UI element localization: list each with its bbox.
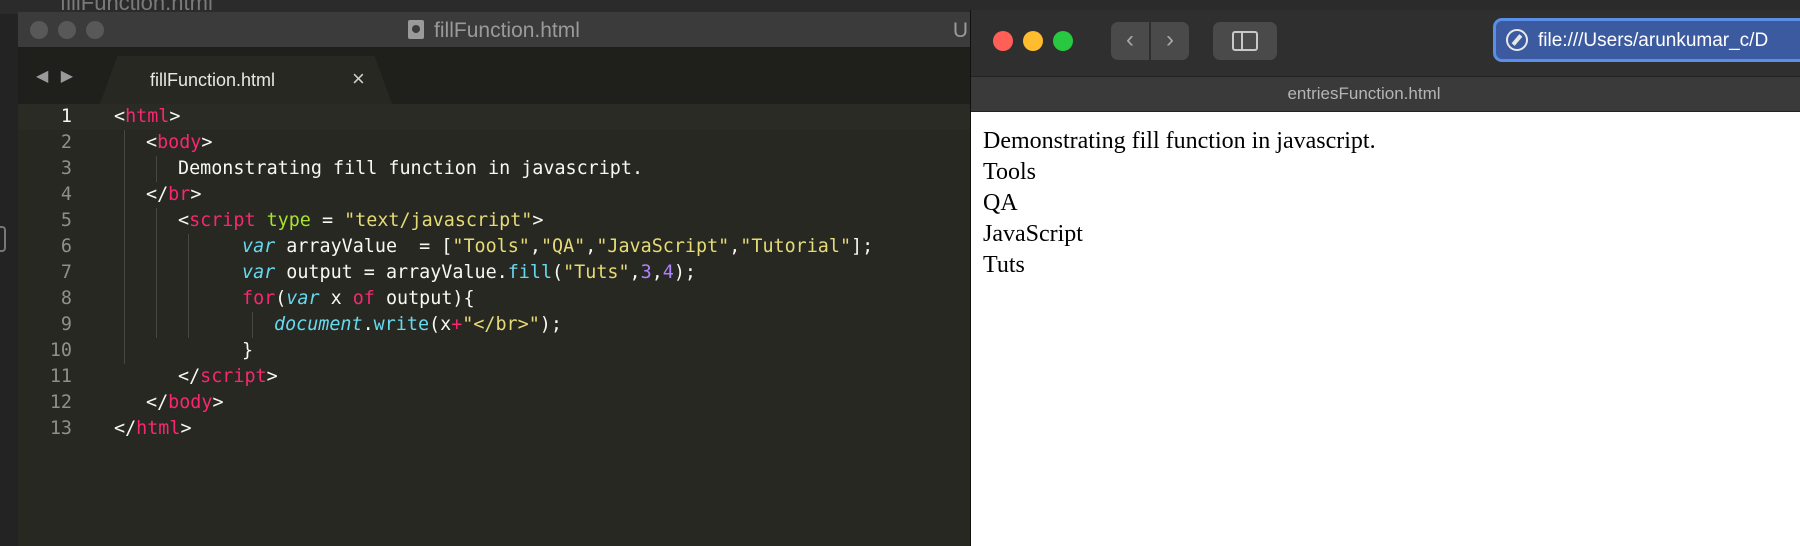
- code-text: document.write(x+"</br>");: [274, 314, 562, 335]
- code-text: var output = arrayValue.fill("Tuts",3,4)…: [242, 262, 697, 283]
- editor-title-overflow: U: [952, 19, 968, 42]
- background-window-notch: [0, 226, 6, 252]
- line-number: 5: [60, 210, 72, 231]
- code-line: 6 var arrayValue = ["Tools","QA","JavaSc…: [18, 234, 970, 260]
- browser-window: ‹ › file:///Users/arunkumar_c/D entriesF…: [970, 10, 1800, 546]
- code-text: }: [242, 340, 254, 361]
- code-line: 1 <html>: [18, 104, 970, 130]
- code-text: </script>: [178, 366, 278, 387]
- code-text: <script type = "text/javascript">: [178, 210, 544, 231]
- code-line: 7 var output = arrayValue.fill("Tuts",3,…: [18, 260, 970, 286]
- code-line: 13 </html>: [18, 416, 970, 442]
- browser-tab-bar: entriesFunction.html: [971, 76, 1800, 112]
- code-area[interactable]: 1 <html> 2 <body> 3 Demonstrating fill f…: [18, 104, 970, 546]
- browser-close-button[interactable]: [993, 31, 1013, 51]
- code-line: 2 <body>: [18, 130, 970, 156]
- line-number: 13: [49, 418, 72, 439]
- line-number: 7: [60, 262, 72, 283]
- code-editor-window: fillFunction.html U ◀ ▶ fillFunction.htm…: [18, 12, 970, 546]
- back-button[interactable]: ‹: [1111, 22, 1149, 60]
- code-line: 5 <script type = "text/javascript">: [18, 208, 970, 234]
- code-text: <body>: [146, 132, 213, 153]
- output-line: QA: [983, 190, 1018, 216]
- code-line: 9 document.write(x+"</br>");: [18, 312, 970, 338]
- line-number: 3: [60, 158, 72, 179]
- editor-window-title: fillFunction.html U: [18, 19, 970, 43]
- line-number: 8: [60, 288, 72, 309]
- line-number: 12: [49, 392, 72, 413]
- line-number: 11: [49, 366, 72, 387]
- output-line: Tuts: [983, 252, 1025, 278]
- line-number: 6: [60, 236, 72, 257]
- code-line: 12 </body>: [18, 390, 970, 416]
- browser-tab-title[interactable]: entriesFunction.html: [971, 84, 1757, 104]
- sidebar-icon: [1232, 31, 1258, 51]
- line-number: 9: [60, 314, 72, 335]
- code-text: </br>: [146, 184, 202, 205]
- browser-minimize-button[interactable]: [1023, 31, 1043, 51]
- editor-title-text: fillFunction.html: [434, 19, 580, 42]
- page-content: Demonstrating fill function in javascrip…: [983, 126, 1376, 281]
- code-text: Demonstrating fill function in javascrip…: [178, 158, 644, 179]
- sidebar-toggle-button[interactable]: [1213, 22, 1277, 60]
- browser-zoom-button[interactable]: [1053, 31, 1073, 51]
- line-number: 2: [60, 132, 72, 153]
- output-line: Demonstrating fill function in javascrip…: [983, 128, 1376, 154]
- code-line: 3 Demonstrating fill function in javascr…: [18, 156, 970, 182]
- code-line: 10 }: [18, 338, 970, 364]
- tab-nav-arrows-icon[interactable]: ◀ ▶: [36, 66, 77, 86]
- address-bar[interactable]: file:///Users/arunkumar_c/D: [1493, 18, 1800, 62]
- close-icon[interactable]: ×: [352, 66, 365, 92]
- code-line: 11 </script>: [18, 364, 970, 390]
- output-line: Tools: [983, 159, 1036, 185]
- editor-titlebar: fillFunction.html U: [18, 12, 970, 48]
- code-line: 4 </br>: [18, 182, 970, 208]
- code-line: 8 for(var x of output){: [18, 286, 970, 312]
- line-number: 1: [60, 106, 72, 127]
- address-url: file:///Users/arunkumar_c/D: [1538, 30, 1769, 51]
- editor-tab-bar: ◀ ▶ fillFunction.html ×: [18, 48, 970, 104]
- forward-button[interactable]: ›: [1151, 22, 1189, 60]
- line-number: 4: [60, 184, 72, 205]
- code-text: for(var x of output){: [242, 288, 475, 309]
- code-text: </body>: [146, 392, 224, 413]
- browser-toolbar: ‹ › file:///Users/arunkumar_c/D: [971, 10, 1800, 76]
- html-file-icon: [408, 20, 425, 39]
- code-text: <html>: [114, 106, 181, 127]
- code-text: var arrayValue = ["Tools","QA","JavaScri…: [242, 236, 874, 257]
- background-window-edge: [0, 14, 18, 546]
- compass-icon: [1506, 29, 1528, 51]
- output-line: JavaScript: [983, 221, 1083, 247]
- tab-fillfunction[interactable]: fillFunction.html ×: [100, 56, 392, 104]
- line-number: 10: [49, 340, 72, 361]
- code-text: </html>: [114, 418, 192, 439]
- tab-label: fillFunction.html: [150, 70, 276, 90]
